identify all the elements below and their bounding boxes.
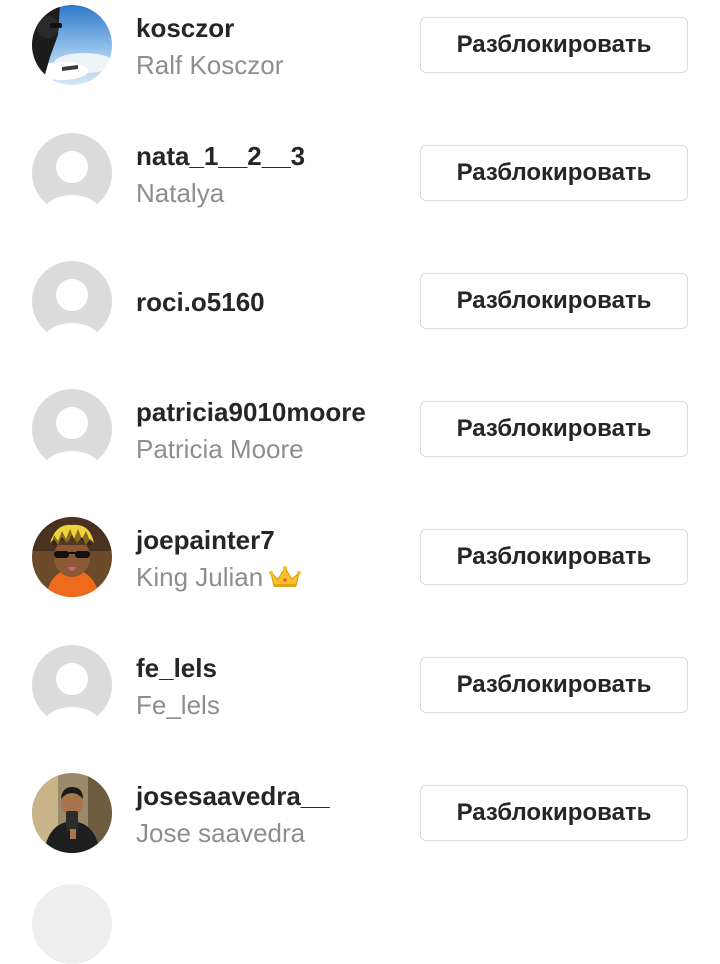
- username[interactable]: fe_lels: [136, 652, 406, 684]
- full-name: King Julian: [136, 562, 264, 592]
- blocked-account-row: fe_lels Fe_lels Разблокировать: [0, 640, 720, 768]
- unblock-button[interactable]: Разблокировать: [420, 273, 688, 329]
- avatar[interactable]: [32, 884, 112, 964]
- account-texts: patricia9010moore Patricia Moore: [136, 396, 406, 466]
- avatar-photo-icon: [32, 773, 112, 853]
- default-avatar-icon: [32, 133, 112, 213]
- avatar[interactable]: [32, 5, 112, 85]
- username[interactable]: nata_1__2__3: [136, 140, 406, 172]
- default-avatar-icon: [32, 389, 112, 469]
- unblock-button[interactable]: Разблокировать: [420, 785, 688, 841]
- username[interactable]: kosczor: [136, 12, 406, 44]
- avatar[interactable]: [32, 133, 112, 213]
- default-avatar-icon: [32, 645, 112, 725]
- blocked-account-row: roci.o5160 Разблокировать: [0, 256, 720, 384]
- account-texts: roci.o5160: [136, 286, 406, 318]
- default-avatar-icon: [32, 261, 112, 341]
- blocked-accounts-list: kosczor Ralf Kosczor Разблокировать nata…: [0, 0, 720, 964]
- unblock-button[interactable]: Разблокировать: [420, 17, 688, 73]
- blocked-account-row: patricia9010moore Patricia Moore Разблок…: [0, 384, 720, 512]
- full-name: Fe_lels: [136, 690, 220, 720]
- avatar[interactable]: [32, 773, 112, 853]
- unblock-button[interactable]: Разблокировать: [420, 529, 688, 585]
- avatar[interactable]: [32, 261, 112, 341]
- account-texts: josesaavedra__ Jose saavedra: [136, 780, 406, 850]
- full-name: Jose saavedra: [136, 818, 306, 848]
- blocked-account-row: nata_1__2__3 Natalya Разблокировать: [0, 128, 720, 256]
- full-name: Patricia Moore: [136, 434, 304, 464]
- account-texts: joepainter7 King Julian: [136, 524, 406, 597]
- blocked-account-row: kosczor Ralf Kosczor Разблокировать: [0, 0, 720, 128]
- unblock-button[interactable]: Разблокировать: [420, 145, 688, 201]
- avatar[interactable]: [32, 645, 112, 725]
- unblock-button[interactable]: Разблокировать: [420, 401, 688, 457]
- full-name: Ralf Kosczor: [136, 50, 284, 80]
- username[interactable]: patricia9010moore: [136, 396, 406, 428]
- account-texts: nata_1__2__3 Natalya: [136, 140, 406, 210]
- account-texts: kosczor Ralf Kosczor: [136, 12, 406, 82]
- full-name-line: King Julian: [136, 560, 406, 597]
- avatar[interactable]: [32, 389, 112, 469]
- username[interactable]: josesaavedra__: [136, 780, 406, 812]
- blocked-account-row: josesaavedra__ Jose saavedra Разблокиров…: [0, 768, 720, 896]
- avatar-photo-icon: [32, 517, 112, 597]
- avatar-photo-icon: [32, 5, 112, 85]
- avatar[interactable]: [32, 517, 112, 597]
- username[interactable]: roci.o5160: [136, 286, 406, 318]
- account-texts: fe_lels Fe_lels: [136, 652, 406, 722]
- unblock-button[interactable]: Разблокировать: [420, 657, 688, 713]
- username[interactable]: joepainter7: [136, 524, 406, 556]
- crown-icon: [269, 563, 302, 597]
- full-name: Natalya: [136, 178, 225, 208]
- blocked-account-row: joepainter7 King Julian Разблокировать: [0, 512, 720, 640]
